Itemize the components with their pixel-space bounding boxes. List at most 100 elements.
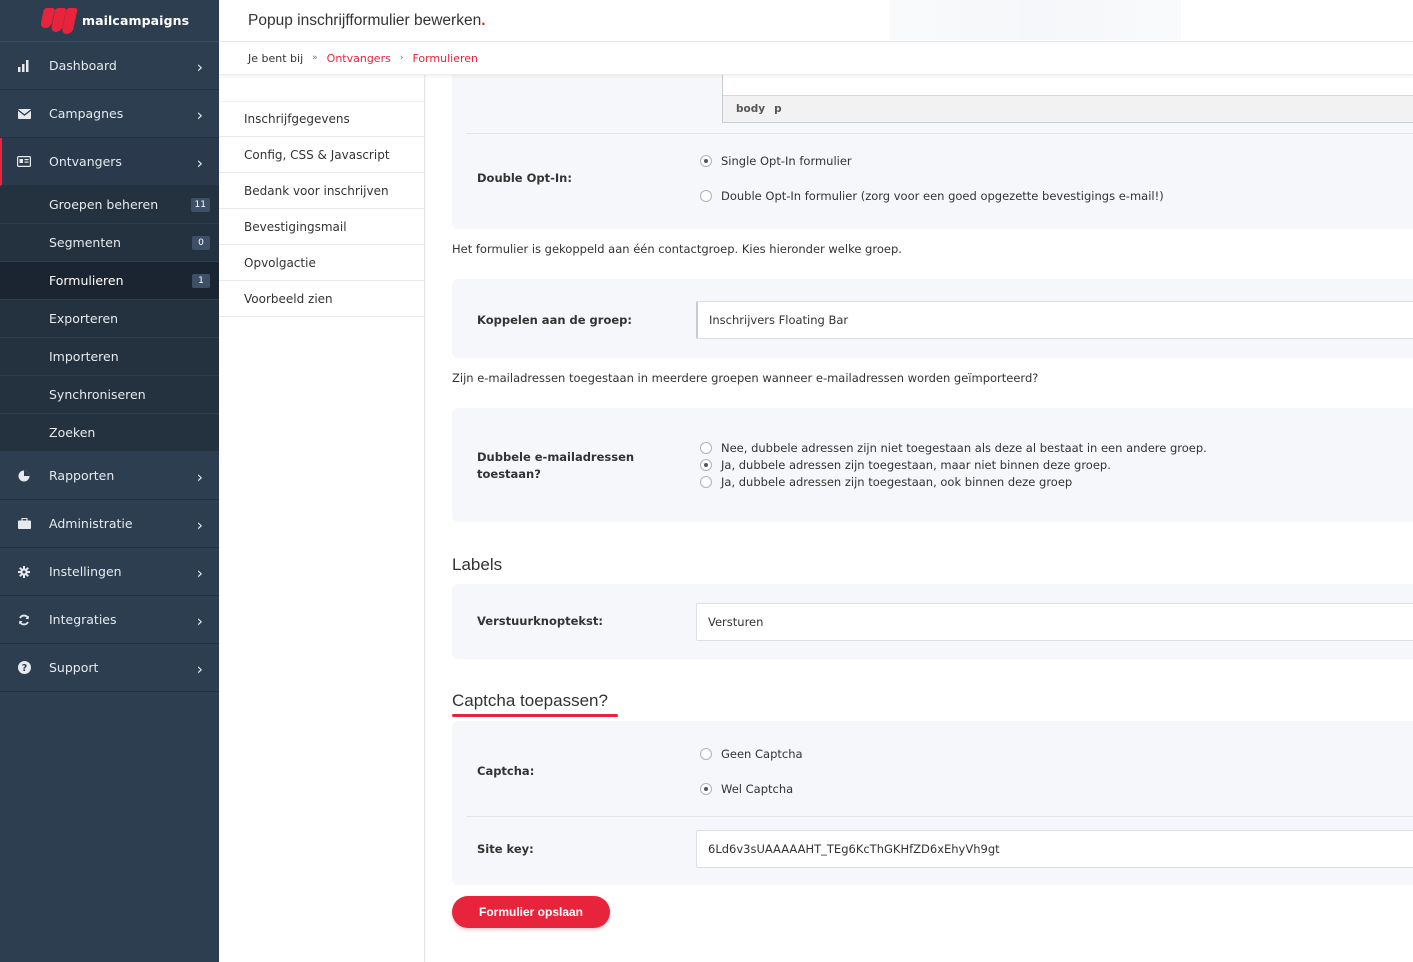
radio-label: Nee, dubbele adressen zijn niet toegesta… bbox=[721, 441, 1207, 455]
duplicates-card: Dubbele e-mailadressen toestaan? Nee, du… bbox=[452, 408, 1413, 522]
radio-button[interactable] bbox=[700, 783, 712, 795]
briefcase-icon bbox=[17, 517, 31, 531]
group-select[interactable]: Inschrijvers Floating Bar bbox=[696, 301, 1413, 339]
radio-button[interactable] bbox=[700, 476, 712, 488]
breadcrumb-separator: » bbox=[312, 53, 318, 63]
button-text-input[interactable]: Versturen bbox=[696, 603, 1413, 641]
editor-path-body[interactable]: body bbox=[736, 103, 765, 115]
address-card-icon bbox=[17, 155, 31, 169]
group-label: Koppelen aan de groep: bbox=[477, 313, 632, 327]
group-card: Koppelen aan de groep: Inschrijvers Floa… bbox=[452, 279, 1413, 358]
sidebar-item-ontvangers[interactable]: Ontvangers › bbox=[0, 138, 219, 186]
sidebar-subitem-label: Exporteren bbox=[49, 311, 119, 326]
count-badge: 0 bbox=[192, 236, 210, 250]
logo[interactable]: mailcampaigns bbox=[0, 0, 219, 42]
sidebar-subitem-label: Groepen beheren bbox=[49, 197, 159, 212]
radio-button[interactable] bbox=[700, 155, 712, 167]
radio-wel-captcha[interactable]: Wel Captcha bbox=[700, 782, 793, 796]
sidebar-subitem-importeren[interactable]: Importeren bbox=[0, 338, 219, 376]
subnav-inschrijfgegevens[interactable]: Inschrijfgegevens bbox=[219, 101, 424, 137]
chevron-right-icon: › bbox=[196, 658, 203, 678]
radio-button[interactable] bbox=[700, 748, 712, 760]
sidebar-item-label: Integraties bbox=[49, 612, 117, 627]
button-text-label: Verstuurknoptekst: bbox=[477, 614, 603, 628]
sidebar-subitem-exporteren[interactable]: Exporteren bbox=[0, 300, 219, 338]
sidebar-subitem-groepen[interactable]: Groepen beheren 11 bbox=[0, 186, 219, 224]
sidebar-subitem-label: Formulieren bbox=[49, 273, 124, 288]
duplicates-label-line: toestaan? bbox=[477, 467, 541, 481]
top-header: Popup inschrijfformulier bewerken. bbox=[219, 0, 1413, 42]
sitekey-value: 6Ld6v3sUAAAAAHT_TEg6KcThGKHfZD6xEhyVh9gt bbox=[708, 842, 1000, 856]
sidebar-item-label: Ontvangers bbox=[49, 154, 122, 169]
captcha-section-title: Captcha toepassen? bbox=[452, 691, 608, 710]
sidebar-item-label: Rapporten bbox=[49, 468, 115, 483]
chevron-right-icon: › bbox=[196, 514, 203, 534]
breadcrumb-separator: › bbox=[399, 53, 404, 63]
subnav-config-css-js[interactable]: Config, CSS & Javascript bbox=[219, 137, 424, 173]
sidebar-item-label: Dashboard bbox=[49, 58, 117, 73]
sitekey-input[interactable]: 6Ld6v3sUAAAAAHT_TEg6KcThGKHfZD6xEhyVh9gt bbox=[696, 830, 1413, 868]
radio-double-optin[interactable]: Double Opt-In formulier (zorg voor een g… bbox=[700, 189, 1164, 203]
sidebar-item-label: Administratie bbox=[49, 516, 133, 531]
radio-label: Ja, dubbele adressen zijn toegestaan, ma… bbox=[721, 458, 1111, 472]
radio-button[interactable] bbox=[700, 459, 712, 471]
subnav-voorbeeld[interactable]: Voorbeeld zien bbox=[219, 281, 424, 317]
sidebar-subitem-segmenten[interactable]: Segmenten 0 bbox=[0, 224, 219, 262]
sidebar-subitem-label: Segmenten bbox=[49, 235, 121, 250]
subnav-opvolgactie[interactable]: Opvolgactie bbox=[219, 245, 424, 281]
subnav-bedank[interactable]: Bedank voor inschrijven bbox=[219, 173, 424, 209]
sidebar-item-label: Support bbox=[49, 660, 99, 675]
sitekey-label: Site key: bbox=[477, 842, 534, 856]
radio-single-optin[interactable]: Single Opt-In formulier bbox=[700, 154, 852, 168]
radio-geen-captcha[interactable]: Geen Captcha bbox=[700, 747, 803, 761]
sidebar-subitem-synchroniseren[interactable]: Synchroniseren bbox=[0, 376, 219, 414]
sidebar-item-integraties[interactable]: Integraties › bbox=[0, 596, 219, 644]
optin-label: Double Opt-In: bbox=[477, 171, 572, 185]
chevron-right-icon: › bbox=[196, 56, 203, 76]
duplicates-info-text: Zijn e-mailadressen toegestaan in meerde… bbox=[452, 371, 1039, 385]
pie-chart-icon bbox=[17, 469, 31, 483]
form-section-nav: Inschrijfgegevens Config, CSS & Javascri… bbox=[219, 75, 425, 962]
sidebar-item-label: Campagnes bbox=[49, 106, 124, 121]
sidebar-subitem-label: Zoeken bbox=[49, 425, 96, 440]
count-badge: 1 bbox=[192, 274, 210, 288]
sidebar: mailcampaigns Dashboard › Campagnes › On… bbox=[0, 0, 219, 962]
count-badge: 11 bbox=[190, 198, 210, 212]
breadcrumb-link-ontvangers[interactable]: Ontvangers bbox=[327, 52, 391, 65]
breadcrumb-link-formulieren[interactable]: Formulieren bbox=[412, 52, 478, 65]
sidebar-subitem-formulieren[interactable]: Formulieren 1 bbox=[0, 262, 219, 300]
subnav-bevestigingsmail[interactable]: Bevestigingsmail bbox=[219, 209, 424, 245]
sidebar-item-support[interactable]: ? Support › bbox=[0, 644, 219, 692]
sidebar-item-instellingen[interactable]: Instellingen › bbox=[0, 548, 219, 596]
radio-dup-yes-all[interactable]: Ja, dubbele adressen zijn toegestaan, oo… bbox=[700, 475, 1072, 489]
captcha-label: Captcha: bbox=[477, 764, 535, 778]
row-divider bbox=[466, 133, 1413, 134]
question-icon: ? bbox=[17, 661, 31, 675]
chevron-right-icon: › bbox=[196, 152, 203, 172]
rich-text-editor[interactable]: body p bbox=[722, 75, 1413, 123]
editor-path-p[interactable]: p bbox=[774, 103, 782, 115]
radio-dup-no[interactable]: Nee, dubbele adressen zijn niet toegesta… bbox=[700, 441, 1207, 455]
envelope-icon bbox=[17, 107, 31, 121]
sidebar-subitem-label: Synchroniseren bbox=[49, 387, 146, 402]
radio-dup-yes-not-group[interactable]: Ja, dubbele adressen zijn toegestaan, ma… bbox=[700, 458, 1111, 472]
radio-button[interactable] bbox=[700, 442, 712, 454]
sidebar-item-administratie[interactable]: Administratie › bbox=[0, 500, 219, 548]
bar-chart-icon bbox=[17, 59, 31, 73]
sync-icon bbox=[17, 613, 31, 627]
main-content: body p Double Opt-In: Single Opt-In form… bbox=[426, 75, 1413, 962]
row-divider bbox=[466, 816, 1413, 817]
save-form-button[interactable]: Formulier opslaan bbox=[452, 896, 610, 928]
sidebar-item-rapporten[interactable]: Rapporten › bbox=[0, 452, 219, 500]
sidebar-subitem-zoeken[interactable]: Zoeken bbox=[0, 414, 219, 452]
sidebar-item-dashboard[interactable]: Dashboard › bbox=[0, 42, 219, 90]
sidebar-item-campagnes[interactable]: Campagnes › bbox=[0, 90, 219, 138]
sidebar-item-label: Instellingen bbox=[49, 564, 122, 579]
duplicates-label: Dubbele e-mailadressen toestaan? bbox=[477, 449, 634, 483]
breadcrumb-lead: Je bent bij bbox=[248, 51, 304, 65]
radio-label: Single Opt-In formulier bbox=[721, 154, 852, 168]
labels-card: Verstuurknoptekst: Versturen bbox=[452, 584, 1413, 659]
radio-button[interactable] bbox=[700, 190, 712, 202]
chevron-right-icon: › bbox=[196, 562, 203, 582]
logo-text: mailcampaigns bbox=[82, 13, 190, 28]
